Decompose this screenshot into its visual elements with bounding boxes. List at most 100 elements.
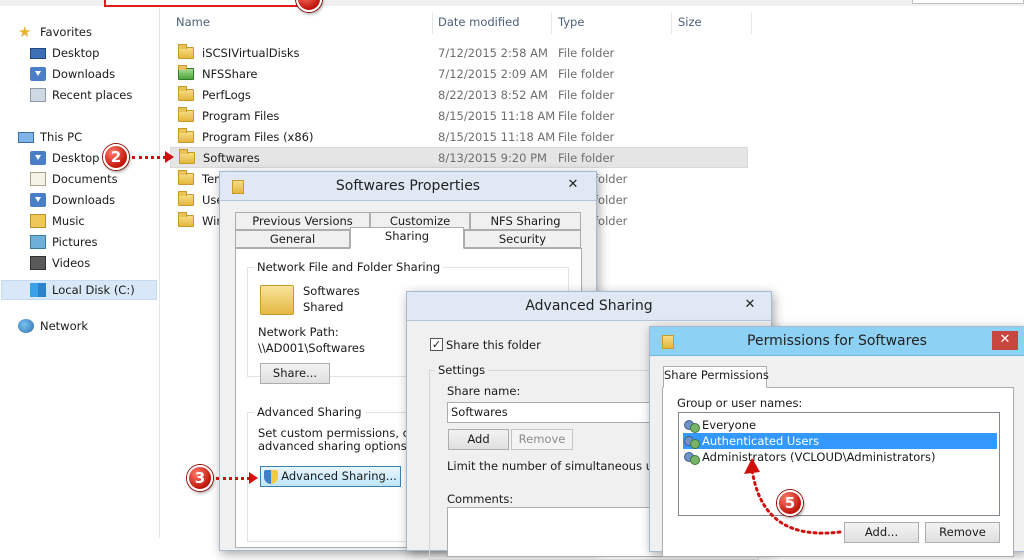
tab-share-permissions[interactable]: Share Permissions	[663, 366, 769, 388]
music-icon	[30, 214, 46, 228]
downloads-icon	[30, 193, 46, 207]
folder-icon	[179, 148, 195, 164]
advanced-description: advanced sharing options.	[258, 439, 411, 453]
tab-nfs-sharing[interactable]: NFS Sharing	[470, 212, 581, 230]
nav-item-label: Desktop	[52, 46, 100, 60]
tab-security[interactable]: Security	[464, 230, 581, 248]
nav-favorites[interactable]: ★ Favorites	[18, 22, 92, 42]
column-header-size[interactable]: Size	[678, 10, 702, 34]
shared-folder-icon	[178, 64, 194, 80]
file-name: PerfLogs	[202, 87, 251, 102]
nav-favorites-label: Favorites	[40, 25, 92, 39]
tab-sharing[interactable]: Sharing	[350, 227, 464, 249]
file-type: File folder	[558, 108, 615, 123]
properties-title-bar[interactable]: Softwares Properties ✕	[220, 172, 596, 201]
shared-folder-icon	[260, 285, 294, 315]
folder-icon	[178, 169, 194, 185]
folder-icon	[178, 190, 194, 206]
file-row[interactable]: Program Files 8/15/2015 11:18 AM File fo…	[170, 105, 748, 126]
nav-item-local-disk[interactable]: Local Disk (C:)	[1, 280, 157, 300]
address-bar-highlight[interactable]	[104, 0, 298, 7]
pane-divider	[159, 8, 160, 538]
users-icon	[683, 435, 700, 449]
nav-item-music[interactable]: Music	[30, 211, 85, 231]
close-button[interactable]: ✕	[737, 296, 763, 315]
file-type: folder	[594, 171, 628, 186]
advanced-title-bar[interactable]: Advanced Sharing ✕	[407, 292, 771, 321]
permissions-title-bar[interactable]: Permissions for Softwares ✕	[650, 327, 1024, 356]
add-share-button[interactable]: Add	[448, 429, 509, 450]
list-item-label: Everyone	[702, 418, 757, 432]
computer-icon	[18, 131, 34, 143]
folder-icon	[178, 211, 194, 227]
callout-badge-5: 5	[777, 490, 803, 516]
file-row[interactable]: PerfLogs 8/22/2013 8:52 AM File folder	[170, 84, 748, 105]
list-item-everyone[interactable]: Everyone	[683, 417, 997, 433]
file-row[interactable]: iSCSIVirtualDisks 7/12/2015 2:58 AM File…	[170, 42, 748, 63]
close-button[interactable]: ✕	[560, 176, 586, 195]
callout-number: 2	[110, 148, 122, 166]
nav-network[interactable]: Network	[18, 316, 88, 336]
nav-item-downloads[interactable]: Downloads	[30, 64, 115, 84]
nav-this-pc[interactable]: This PC	[18, 127, 82, 147]
file-type: folder	[594, 213, 628, 228]
file-type: folder	[594, 192, 628, 207]
nav-network-label: Network	[40, 319, 89, 333]
nav-item-desktop[interactable]: Desktop	[30, 148, 99, 168]
file-type: File folder	[558, 150, 615, 165]
advanced-title: Advanced Sharing	[525, 298, 653, 314]
nav-item-label: Downloads	[52, 193, 116, 207]
nav-item-label: Local Disk (C:)	[52, 283, 135, 297]
column-type-label: Type	[558, 15, 585, 29]
folder-icon	[178, 43, 194, 59]
column-divider	[671, 12, 672, 34]
nav-item-recent-places[interactable]: Recent places	[30, 85, 132, 105]
nav-item-documents[interactable]: Documents	[30, 169, 118, 189]
file-row[interactable]: Program Files (x86) 8/15/2015 11:18 AM F…	[170, 126, 748, 147]
column-header-date[interactable]: Date modified	[438, 10, 520, 34]
callout-badge-3: 3	[187, 465, 213, 491]
file-date: 7/12/2015 2:58 AM	[438, 45, 548, 60]
file-row[interactable]: NFSShare 7/12/2015 2:09 AM File folder	[170, 63, 748, 84]
tab-general[interactable]: General	[235, 230, 350, 248]
remove-share-button[interactable]: Remove	[511, 429, 573, 450]
file-row-selected[interactable]: Softwares 8/13/2015 9:20 PM File folder	[170, 147, 748, 168]
network-path-value: \\AD001\Softwares	[258, 341, 365, 355]
file-date: 8/15/2015 11:18 AM	[438, 129, 556, 144]
close-button[interactable]: ✕	[992, 331, 1018, 350]
nav-item-label: Music	[52, 214, 85, 228]
documents-icon	[30, 172, 46, 186]
nav-item-downloads[interactable]: Downloads	[30, 190, 115, 210]
column-header-type[interactable]: Type	[558, 10, 584, 34]
callout-badge-2: 2	[103, 144, 129, 170]
share-folder-label[interactable]: Share this folder	[446, 338, 541, 352]
file-type: File folder	[558, 66, 615, 81]
nav-item-label: Documents	[52, 172, 118, 186]
folder-state: Shared	[303, 300, 344, 314]
nav-item-pictures[interactable]: Pictures	[30, 232, 98, 252]
remove-user-button[interactable]: Remove	[925, 522, 1000, 543]
callout-arrow-5	[744, 458, 842, 535]
nav-item-label: Videos	[52, 256, 91, 270]
advanced-sharing-button[interactable]: Advanced Sharing...	[260, 466, 401, 487]
nav-item-label: Recent places	[52, 88, 133, 102]
file-type: File folder	[558, 87, 615, 102]
nav-item-desktop[interactable]: Desktop	[30, 43, 99, 63]
share-folder-checkbox[interactable]: ✓	[430, 338, 443, 351]
column-header-name[interactable]: Name	[176, 10, 210, 34]
downloads-icon	[30, 67, 46, 81]
group-user-names-label: Group or user names:	[677, 396, 803, 410]
column-date-label: Date modified	[438, 15, 520, 29]
star-icon: ★	[18, 23, 32, 41]
search-box[interactable]	[912, 0, 1024, 4]
column-divider	[551, 12, 552, 34]
file-name: Softwares	[203, 150, 260, 165]
folder-icon	[178, 85, 194, 101]
users-icon	[683, 419, 700, 433]
nav-item-videos[interactable]: Videos	[30, 253, 90, 273]
group-label: Advanced Sharing	[254, 405, 365, 419]
file-type: File folder	[558, 45, 615, 60]
column-name-label: Name	[176, 15, 210, 29]
share-button[interactable]: Share...	[260, 363, 330, 384]
file-name: iSCSIVirtualDisks	[202, 45, 300, 60]
